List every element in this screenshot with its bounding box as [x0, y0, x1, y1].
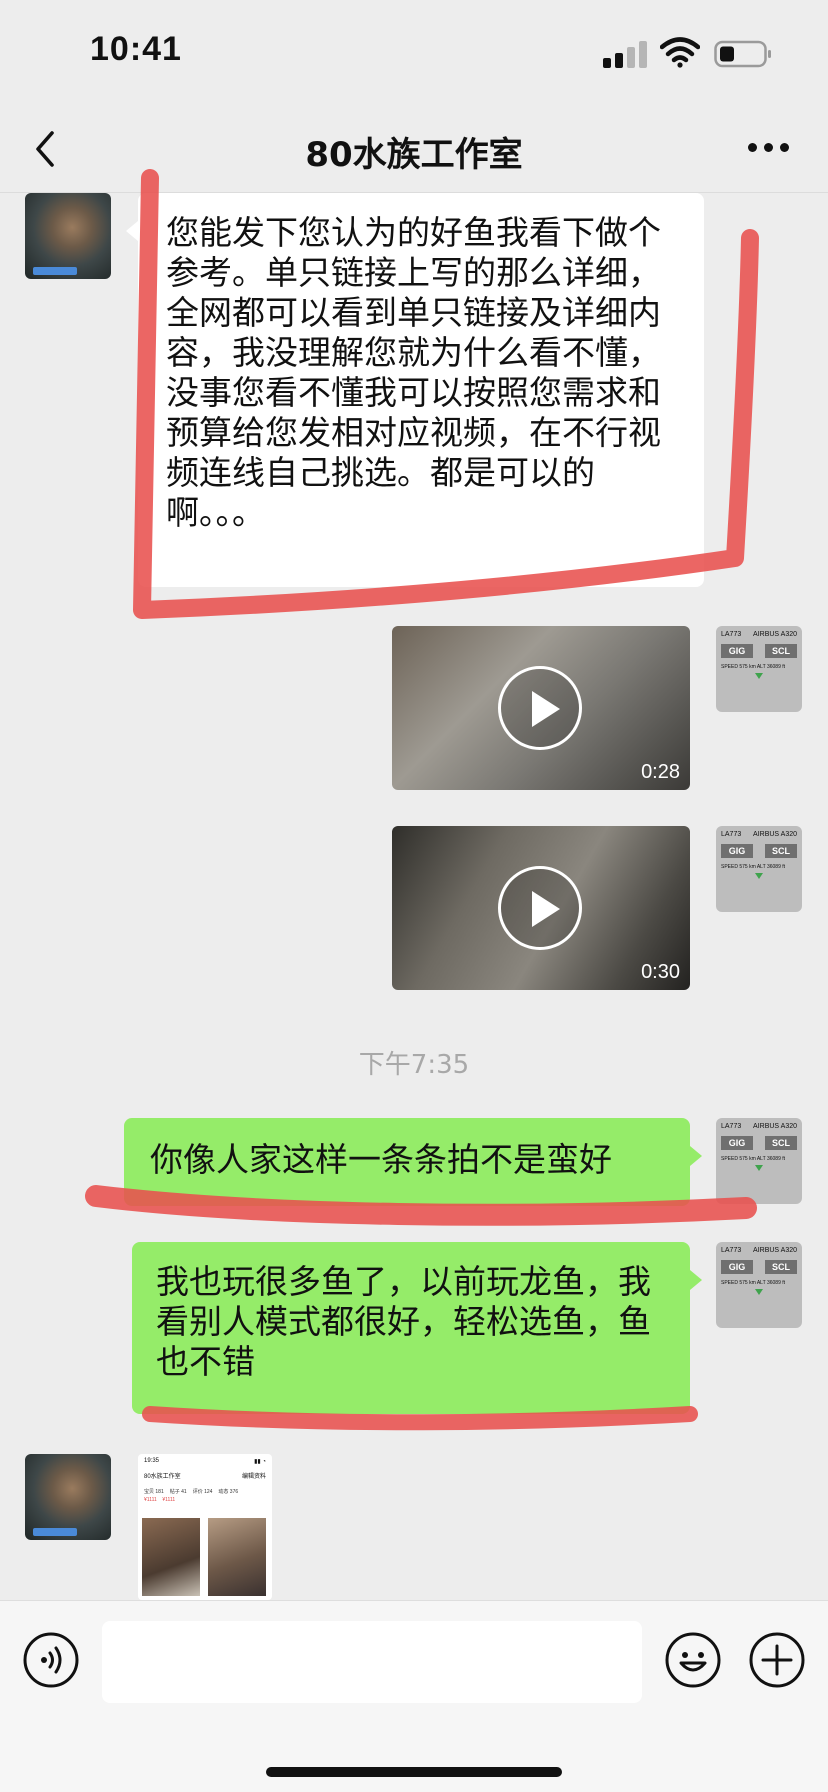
message-text-field[interactable]: [102, 1621, 642, 1703]
image-message[interactable]: 19:35 ▮▮ ◔ 80水族工作室 编辑资料 宝贝 181 帖子 41 评价 12…: [138, 1454, 272, 1600]
video-message[interactable]: 0:30: [392, 826, 690, 990]
fish-photo: [142, 1518, 200, 1596]
chat-title: 80水族工作室: [305, 135, 523, 175]
fish-photo: [208, 1518, 266, 1596]
home-indicator[interactable]: [266, 1767, 562, 1777]
outgoing-message-bubble[interactable]: 你像人家这样一条条拍不是蛮好: [124, 1118, 702, 1206]
incoming-message-bubble[interactable]: 您能发下您认为的好鱼我看下做个参考。单只链接上写的那么详细，全网都可以看到单只链…: [126, 193, 704, 587]
play-icon[interactable]: [498, 866, 582, 950]
status-bar: 10:41: [0, 0, 828, 105]
outgoing-message-bubble[interactable]: 我也玩很多鱼了，以前玩龙鱼，我看别人模式都很好，轻松选鱼，鱼也不错: [132, 1242, 702, 1414]
video-message[interactable]: 0:28: [392, 626, 690, 790]
message-text: 我也玩很多鱼了，以前玩龙鱼，我看别人模式都很好，轻松选鱼，鱼也不错: [156, 1262, 651, 1381]
wifi-icon: [660, 37, 700, 68]
self-avatar[interactable]: LA773 AIRBUS A320 GIG SCL SPEED 575 km ALT…: [716, 1118, 802, 1204]
chat-header: 80水族工作室: [0, 105, 828, 193]
plus-icon[interactable]: [748, 1631, 806, 1689]
self-avatar[interactable]: LA773 AIRBUS A320 GIG SCL SPEED 575 km ALT…: [716, 1242, 802, 1328]
status-time: 10:41: [90, 30, 182, 68]
more-options-icon[interactable]: [746, 141, 790, 157]
message-input-bar: [0, 1600, 828, 1792]
message-timestamp: 下午7:35: [358, 1050, 470, 1080]
cellular-signal-icon: [603, 40, 649, 68]
play-icon[interactable]: [498, 666, 582, 750]
contact-avatar[interactable]: [25, 193, 111, 279]
self-avatar[interactable]: LA773 AIRBUS A320 GIG SCL SPEED 575 km ALT…: [716, 826, 802, 912]
emoji-icon[interactable]: [664, 1631, 722, 1689]
shop-title: 80水族工作室: [144, 1474, 181, 1480]
self-avatar[interactable]: LA773 AIRBUS A320 GIG SCL SPEED 575 km ALT…: [716, 626, 802, 712]
video-duration: 0:30: [641, 961, 680, 983]
voice-input-icon[interactable]: [22, 1631, 80, 1689]
message-text: 你像人家这样一条条拍不是蛮好: [150, 1140, 612, 1179]
battery-icon: [714, 40, 771, 68]
message-text: 您能发下您认为的好鱼我看下做个参考。单只链接上写的那么详细，全网都可以看到单只链…: [166, 213, 661, 532]
contact-avatar[interactable]: [25, 1454, 111, 1540]
video-duration: 0:28: [641, 761, 680, 783]
